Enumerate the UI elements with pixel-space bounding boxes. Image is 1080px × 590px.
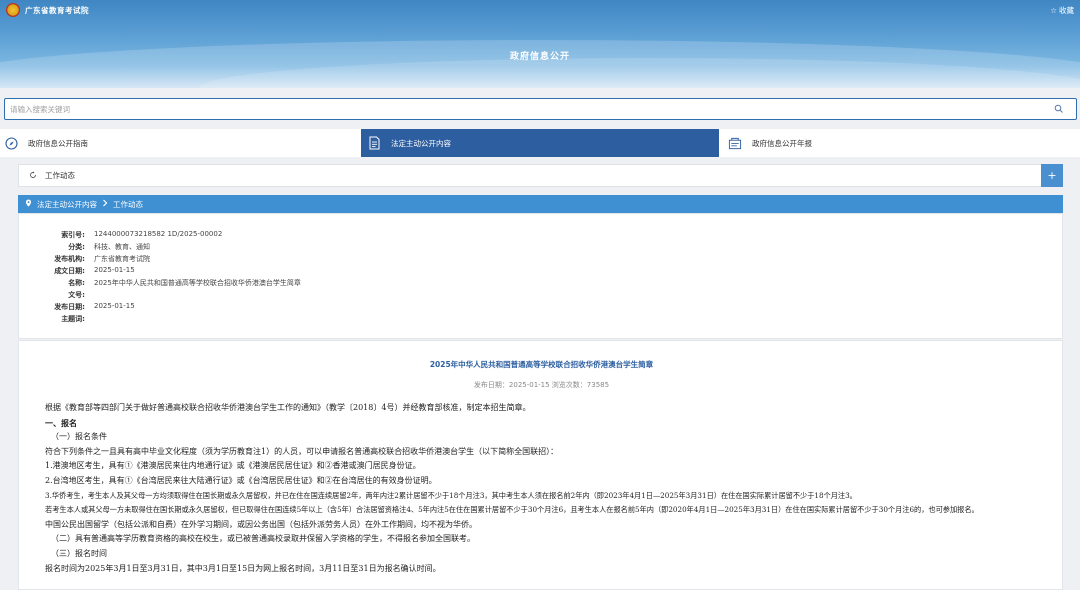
meta-row: 文号: — [68, 291, 85, 299]
heading: 一、报名 — [45, 417, 77, 428]
breadcrumb-current[interactable]: 工作动态 — [113, 199, 143, 210]
search-icon[interactable] — [1054, 104, 1064, 114]
meta-row: 成文日期: 2025-01-15 — [54, 266, 135, 275]
paragraph: 根据《教育部等四部门关于做好普通高校联合招收华侨港澳台学生工作的通知》（教学〔2… — [45, 403, 531, 412]
paragraph: 若考生本人或其父母一方未取得住在国长期或永久居留权，但已取得住在国连续5年以上（… — [45, 505, 979, 515]
article-info: 发布日期：2025-01-15 浏览次数：73585 — [473, 381, 610, 389]
page-title: 政府信息公开 — [509, 52, 570, 62]
paragraph: （三）报名时间 — [51, 548, 107, 558]
section-title[interactable]: 工作动态 — [29, 170, 75, 181]
expand-button[interactable]: + — [1041, 164, 1063, 187]
tab-bar: 政府信息公开指南 法定主动公开内容 政府信息公开年报 — [0, 129, 1080, 157]
paragraph: 3.华侨考生，考生本人及其父母一方均须取得住在国长期或永久居留权，并已在住在国连… — [45, 490, 857, 500]
search-bar — [4, 98, 1077, 120]
breadcrumb-root-link[interactable]: 法定主动公开内容 — [37, 199, 97, 210]
search-input[interactable] — [5, 99, 1045, 119]
paragraph: 报名时间为2025年3月1日至3月31日，其中3月1日至15日为网上报名时间，3… — [45, 563, 441, 573]
site-name: 广东省教育考试院 — [25, 5, 89, 15]
tab-annual-report[interactable]: 政府信息公开年报 — [728, 129, 1078, 157]
compass-icon — [4, 136, 18, 150]
section-label: 工作动态 — [45, 171, 75, 180]
meta-row: 发布日期: 2025-01-15 — [54, 302, 135, 311]
article-panel: 2025年中华人民共和国普通高等学校联合招收华侨港澳台学生简章 发布日期：202… — [18, 340, 1063, 590]
meta-row: 名称: 2025年中华人民共和国普通高等学校联合招收华侨港澳台学生简章 — [68, 279, 301, 287]
paragraph: 1.港澳地区考生，具有①《港澳居民来往内地通行证》或《港澳居民居住证》和②香港或… — [45, 461, 421, 471]
refresh-icon — [29, 170, 37, 181]
meta-row: 主题词: — [61, 315, 85, 323]
meta-row: 索引号: 1244000073218582 1D/2025-00002 — [61, 230, 223, 239]
paragraph: 符合下列条件之一且具有高中毕业文化程度（须为学历教育注1）的人员，可以申请报名普… — [45, 446, 559, 456]
report-icon — [728, 136, 742, 150]
meta-row: 分类: 科技、教育、通知 — [68, 243, 150, 251]
paragraph: （二）具有普通高等学历教育资格的高校在校生，或已被普通高校录取并保留入学资格的学… — [51, 534, 475, 544]
article-title: 2025年中华人民共和国普通高等学校联合招收华侨港澳台学生简章 — [429, 360, 654, 369]
national-emblem-icon — [6, 3, 20, 17]
tab-label: 政府信息公开指南 — [28, 138, 88, 148]
favorite-link[interactable]: ☆ 收藏 — [1050, 5, 1074, 16]
metadata-panel: 索引号: 1244000073218582 1D/2025-00002 分类: 科技… — [18, 213, 1063, 339]
article-body: 根据《教育部等四部门关于做好普通高校联合招收华侨港澳台学生工作的通知》（教学〔2… — [31, 401, 1056, 576]
star-icon: ☆ — [1050, 6, 1057, 15]
tab-label: 法定主动公开内容 — [391, 138, 451, 148]
document-icon — [367, 136, 381, 150]
tab-statutory-disclosure[interactable]: 法定主动公开内容 — [361, 129, 719, 157]
paragraph: 中国公民出国留学（包括公派和自费）在外学习期间，或因公务出国（包括外派劳务人员）… — [45, 519, 477, 529]
location-pin-icon — [25, 199, 32, 209]
breadcrumb: 法定主动公开内容 工作动态 — [18, 195, 1063, 213]
favorite-label: 收藏 — [1059, 6, 1074, 15]
paragraph: 2.台湾地区考生，具有①《台湾居民来往大陆通行证》或《台湾居民居住证》和②在台湾… — [45, 475, 437, 485]
header-banner: 广东省教育考试院 ☆ 收藏 政府信息公开 — [0, 0, 1080, 88]
tab-label: 政府信息公开年报 — [752, 138, 812, 148]
tab-disclosure-guide[interactable]: 政府信息公开指南 — [4, 129, 360, 157]
meta-row: 发布机构: 广东省教育考试院 — [54, 255, 150, 263]
section-header: 工作动态 + — [18, 164, 1063, 187]
paragraph: （一）报名条件 — [51, 432, 107, 442]
chevron-right-icon — [102, 199, 108, 209]
site-brand[interactable]: 广东省教育考试院 — [6, 3, 89, 17]
